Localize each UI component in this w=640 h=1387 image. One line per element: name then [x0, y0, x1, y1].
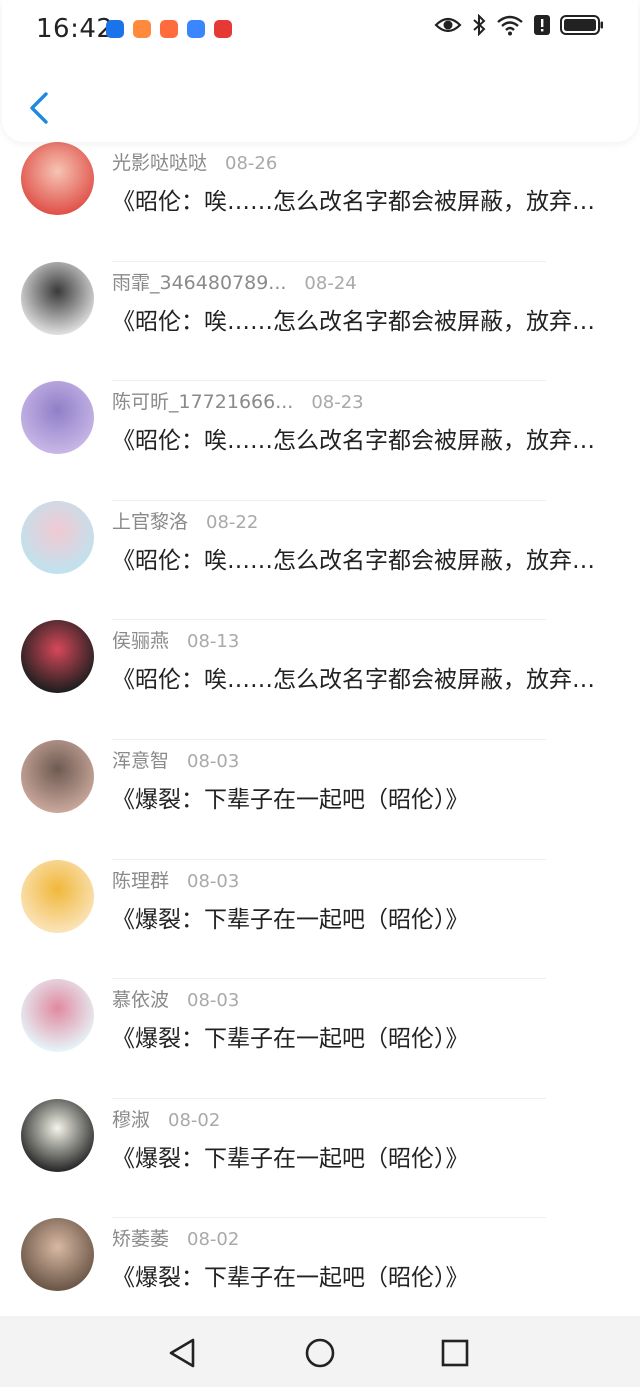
sender-name[interactable]: 雨霏_346480789...: [112, 268, 286, 295]
sender-name[interactable]: 上官黎洛: [112, 507, 188, 534]
avatar[interactable]: [21, 1098, 94, 1172]
back-triangle-icon[interactable]: [166, 1336, 200, 1370]
avatar[interactable]: [21, 1218, 94, 1292]
huawei-app-icon: [214, 20, 232, 38]
message-list-item[interactable]: 上官黎洛 08-22 《昭伦：唉……怎么改名字都会被屏蔽，放弃了》: [0, 500, 640, 621]
message-date: 08-22: [206, 511, 259, 533]
message-date: 08-02: [187, 1229, 240, 1251]
message-meta: 矫萎萎 08-02: [112, 1224, 239, 1251]
home-circle-icon[interactable]: [303, 1336, 337, 1370]
message-meta: 光影哒哒哒 08-26: [112, 148, 277, 175]
sender-name[interactable]: 浑意智: [112, 746, 169, 773]
system-nav-bar: [0, 1316, 640, 1387]
message-text: 《爆裂：下辈子在一起吧（昭伦）》: [112, 1265, 469, 1292]
message-text: 《爆裂：下辈子在一起吧（昭伦）》: [112, 1026, 469, 1053]
sender-name[interactable]: 光影哒哒哒: [112, 148, 207, 175]
message-text: 《爆裂：下辈子在一起吧（昭伦）》: [112, 1145, 469, 1172]
notification-icons: [106, 20, 232, 38]
message-date: 08-26: [225, 153, 278, 174]
message-list-item[interactable]: 浑意智 08-03 《爆裂：下辈子在一起吧（昭伦）》: [0, 739, 640, 860]
battery-icon: [560, 15, 603, 35]
sender-name[interactable]: 侯骊燕: [112, 626, 169, 653]
message-meta: 雨霏_346480789... 08-24: [112, 268, 357, 295]
message-text: 《爆裂：下辈子在一起吧（昭伦）》: [112, 906, 469, 933]
wifi-icon: [497, 15, 523, 36]
message-list: 光影哒哒哒 08-26 《昭伦：唉……怎么改名字都会被屏蔽，放弃了》 雨霏_34648…: [0, 142, 640, 1338]
status-bar: 16:42: [2, 0, 638, 60]
avatar[interactable]: [21, 261, 94, 335]
sender-name[interactable]: 慕依波: [112, 985, 169, 1012]
message-meta: 浑意智 08-03: [112, 746, 239, 773]
alert-icon: [534, 15, 550, 35]
message-meta: 陈理群 08-03: [112, 866, 239, 893]
status-time: 16:42: [36, 14, 114, 44]
avatar[interactable]: [21, 979, 94, 1053]
message-list-item[interactable]: 侯骊燕 08-13 《昭伦：唉……怎么改名字都会被屏蔽，放弃了》: [0, 620, 640, 740]
message-meta: 上官黎洛 08-22: [112, 507, 258, 534]
sender-name[interactable]: 矫萎萎: [112, 1224, 169, 1251]
message-meta: 慕依波 08-03: [112, 985, 239, 1012]
message-date: 08-03: [187, 990, 240, 1012]
avatar[interactable]: [21, 739, 94, 813]
header-card: 16:42: [2, 0, 638, 142]
system-status-icons: [434, 14, 604, 36]
message-list-item[interactable]: 慕依波 08-03 《爆裂：下辈子在一起吧（昭伦）》: [0, 979, 640, 1099]
chevron-left-icon[interactable]: [24, 88, 54, 128]
message-list-item[interactable]: 陈理群 08-03 《爆裂：下辈子在一起吧（昭伦）》: [0, 859, 640, 980]
message-date: 08-23: [311, 392, 364, 414]
sender-name[interactable]: 陈可昕_17721666...: [112, 387, 293, 414]
avatar[interactable]: [21, 500, 94, 574]
message-text: 《昭伦：唉……怎么改名字都会被屏蔽，放弃了》: [112, 428, 602, 455]
shield-check-icon: [106, 20, 124, 38]
avatar[interactable]: [21, 620, 94, 694]
message-meta: 侯骊燕 08-13: [112, 626, 239, 653]
message-date: 08-13: [187, 631, 240, 653]
book-app-icon: [160, 20, 178, 38]
browser-app-icon: [187, 20, 205, 38]
message-text: 《昭伦：唉……怎么改名字都会被屏蔽，放弃了》: [112, 308, 602, 335]
message-list-item[interactable]: 雨霏_346480789... 08-24 《昭伦：唉……怎么改名字都会被屏蔽，放弃…: [0, 261, 640, 382]
sender-name[interactable]: 穆淑: [112, 1105, 150, 1132]
message-list-item[interactable]: 穆淑 08-02 《爆裂：下辈子在一起吧（昭伦）》: [0, 1098, 640, 1219]
message-date: 08-03: [187, 870, 240, 892]
message-text: 《昭伦：唉……怎么改名字都会被屏蔽，放弃了》: [112, 547, 602, 574]
message-text: 《昭伦：唉……怎么改名字都会被屏蔽，放弃了》: [112, 189, 602, 215]
message-list-item[interactable]: 光影哒哒哒 08-26 《昭伦：唉……怎么改名字都会被屏蔽，放弃了》: [0, 142, 640, 262]
message-date: 08-24: [304, 272, 357, 294]
video-app-icon: [133, 20, 151, 38]
recents-square-icon[interactable]: [438, 1336, 472, 1370]
bluetooth-icon: [473, 14, 486, 36]
eye-icon: [434, 17, 462, 33]
message-text: 《爆裂：下辈子在一起吧（昭伦）》: [112, 786, 469, 813]
avatar[interactable]: [21, 859, 94, 933]
message-date: 08-02: [168, 1109, 221, 1131]
message-date: 08-03: [187, 750, 240, 772]
avatar[interactable]: [21, 142, 94, 215]
sender-name[interactable]: 陈理群: [112, 866, 169, 893]
message-meta: 陈可昕_17721666... 08-23: [112, 387, 364, 414]
message-meta: 穆淑 08-02: [112, 1105, 220, 1132]
message-list-item[interactable]: 陈可昕_17721666... 08-23 《昭伦：唉……怎么改名字都会被屏蔽，放弃…: [0, 381, 640, 501]
avatar[interactable]: [21, 381, 94, 455]
message-text: 《昭伦：唉……怎么改名字都会被屏蔽，放弃了》: [112, 667, 602, 694]
